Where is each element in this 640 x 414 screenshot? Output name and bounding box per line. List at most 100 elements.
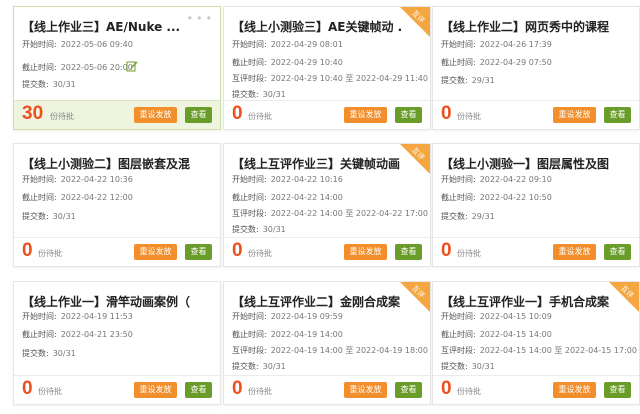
submit-count: 提交数: 30/31 <box>22 80 76 89</box>
end-time: 截止时间: 2022-04-29 07:50 <box>441 58 552 67</box>
card-title[interactable]: 【线上作业二】网页秀中的课程 ... <box>441 18 611 35</box>
card-title[interactable]: 【线上互评作业二】金刚合成案 ... <box>232 293 402 310</box>
end-time: 截止时间: 2022-04-22 14:00 <box>232 193 343 202</box>
card-title[interactable]: 【线上作业一】滑竿动画案例（ ... <box>22 293 192 310</box>
end-time: 截止时间: 2022-04-21 23:50 <box>22 330 133 339</box>
peer-review-ribbon: 互评 <box>400 7 430 37</box>
view-button[interactable]: 查看 <box>604 107 631 123</box>
view-button[interactable]: 查看 <box>185 382 212 398</box>
reset-distribute-button[interactable]: 重设发放 <box>344 244 387 260</box>
end-time: 截止时间: 2022-04-29 10:40 <box>232 58 343 67</box>
start-time: 开始时间: 2022-04-29 08:01 <box>232 40 343 49</box>
assignment-card[interactable]: 【线上小测验二】图层嵌套及混 ... 开始时间: 2022-04-22 10:36… <box>13 143 221 267</box>
card-title[interactable]: 【线上小测验二】图层嵌套及混 ... <box>22 155 192 172</box>
submit-count: 提交数: 30/31 <box>22 212 76 221</box>
start-time: 开始时间: 2022-04-19 09:59 <box>232 312 343 321</box>
submit-count: 提交数: 30/31 <box>22 349 76 358</box>
card-footer: 0 份待批 重设发放 查看 <box>14 237 220 266</box>
pending-label: 份待批 <box>50 112 74 121</box>
assignment-card[interactable]: 【线上小测验一】图层属性及图 ... 开始时间: 2022-04-22 09:10… <box>432 143 640 267</box>
end-time: 截止时间: 2022-05-06 20:00 <box>22 63 133 72</box>
card-title[interactable]: 【线上小测验一】图层属性及图 ... <box>441 155 611 172</box>
submit-count: 提交数: 29/31 <box>441 76 495 85</box>
submit-count: 提交数: 29/31 <box>441 212 495 221</box>
peer-review-ribbon: 互评 <box>400 282 430 312</box>
pending-count: 0 <box>441 103 452 124</box>
assignment-card[interactable]: 【线上互评作业一】手机合成案 ... 互评 开始时间: 2022-04-15 10… <box>432 281 640 405</box>
view-button[interactable]: 查看 <box>604 244 631 260</box>
pending-count: 30 <box>22 103 44 124</box>
peer-review-period: 互评时段: 2022-04-15 14:00 至 2022-04-15 17:00 <box>441 346 637 355</box>
view-button[interactable]: 查看 <box>395 244 422 260</box>
submit-count: 提交数: 30/31 <box>232 225 286 234</box>
start-time: 开始时间: 2022-04-22 09:10 <box>441 175 552 184</box>
end-time: 截止时间: 2022-04-19 14:00 <box>232 330 343 339</box>
start-time: 开始时间: 2022-04-26 17:39 <box>441 40 552 49</box>
card-title[interactable]: 【线上小测验三】AE关键帧动 ... <box>232 18 402 35</box>
end-time: 截止时间: 2022-04-15 14:00 <box>441 330 552 339</box>
pending-count: 0 <box>232 103 243 124</box>
card-title[interactable]: 【线上作业三】AE/Nuke ... <box>22 18 192 35</box>
card-footer: 0 份待批 重设发放 查看 <box>433 237 639 266</box>
view-button[interactable]: 查看 <box>604 382 631 398</box>
card-footer: 0 份待批 重设发放 查看 <box>224 375 430 404</box>
assignment-card[interactable]: 【线上作业一】滑竿动画案例（ ... 开始时间: 2022-04-19 11:53… <box>13 281 221 405</box>
reset-distribute-button[interactable]: 重设发放 <box>553 382 596 398</box>
end-time: 截止时间: 2022-04-22 10:50 <box>441 193 552 202</box>
peer-review-ribbon: 互评 <box>400 144 430 174</box>
start-time: 开始时间: 2022-04-22 10:36 <box>22 175 133 184</box>
submit-count: 提交数: 30/31 <box>232 362 286 371</box>
more-dots-icon[interactable]: • • • <box>188 11 212 25</box>
view-button[interactable]: 查看 <box>395 382 422 398</box>
start-time: 开始时间: 2022-04-19 11:53 <box>22 312 133 321</box>
card-footer: 0 份待批 重设发放 查看 <box>14 375 220 404</box>
view-button[interactable]: 查看 <box>185 244 212 260</box>
assignment-card[interactable]: 【线上互评作业三】关键帧动画 ... 互评 开始时间: 2022-04-22 10… <box>223 143 431 267</box>
start-time: 开始时间: 2022-04-22 10:16 <box>232 175 343 184</box>
submit-count: 提交数: 30/31 <box>441 362 495 371</box>
edit-pencil-icon[interactable] <box>126 60 138 72</box>
card-title[interactable]: 【线上互评作业一】手机合成案 ... <box>441 293 611 310</box>
view-button[interactable]: 查看 <box>185 107 212 123</box>
card-footer: 0 份待批 重设发放 查看 <box>224 237 430 266</box>
pending-count: 0 <box>232 378 243 399</box>
peer-review-period: 互评时段: 2022-04-29 10:40 至 2022-04-29 11:40 <box>232 74 428 83</box>
card-footer: 30 份待批 重设发放 查看 <box>14 100 220 129</box>
card-footer: 0 份待批 重设发放 查看 <box>433 100 639 129</box>
pending-label: 份待批 <box>457 387 481 396</box>
peer-review-period: 互评时段: 2022-04-22 14:00 至 2022-04-22 17:00 <box>232 209 428 218</box>
start-time: 开始时间: 2022-04-15 10:09 <box>441 312 552 321</box>
pending-label: 份待批 <box>248 387 272 396</box>
submit-count: 提交数: 30/31 <box>232 90 286 99</box>
reset-distribute-button[interactable]: 重设发放 <box>134 244 177 260</box>
reset-distribute-button[interactable]: 重设发放 <box>344 382 387 398</box>
assignment-card[interactable]: 【线上小测验三】AE关键帧动 ... 互评 开始时间: 2022-04-29 08… <box>223 6 431 130</box>
pending-label: 份待批 <box>457 112 481 121</box>
pending-count: 0 <box>22 240 33 261</box>
peer-review-period: 互评时段: 2022-04-19 14:00 至 2022-04-19 18:00 <box>232 346 428 355</box>
pending-label: 份待批 <box>248 249 272 258</box>
reset-distribute-button[interactable]: 重设发放 <box>553 107 596 123</box>
pending-label: 份待批 <box>38 249 62 258</box>
pending-label: 份待批 <box>457 249 481 258</box>
reset-distribute-button[interactable]: 重设发放 <box>134 107 177 123</box>
card-footer: 0 份待批 重设发放 查看 <box>224 100 430 129</box>
assignment-card[interactable]: 【线上互评作业二】金刚合成案 ... 互评 开始时间: 2022-04-19 09… <box>223 281 431 405</box>
pending-count: 0 <box>441 240 452 261</box>
card-title[interactable]: 【线上互评作业三】关键帧动画 ... <box>232 155 402 172</box>
pending-label: 份待批 <box>248 112 272 121</box>
card-footer: 0 份待批 重设发放 查看 <box>433 375 639 404</box>
pending-count: 0 <box>441 378 452 399</box>
start-time: 开始时间: 2022-05-06 09:40 <box>22 40 133 49</box>
reset-distribute-button[interactable]: 重设发放 <box>553 244 596 260</box>
pending-label: 份待批 <box>38 387 62 396</box>
reset-distribute-button[interactable]: 重设发放 <box>134 382 177 398</box>
pending-count: 0 <box>22 378 33 399</box>
pending-count: 0 <box>232 240 243 261</box>
assignment-card[interactable]: 【线上作业二】网页秀中的课程 ... 开始时间: 2022-04-26 17:39… <box>432 6 640 130</box>
end-time: 截止时间: 2022-04-22 12:00 <box>22 193 133 202</box>
reset-distribute-button[interactable]: 重设发放 <box>344 107 387 123</box>
assignment-card[interactable]: 【线上作业三】AE/Nuke ... • • • 开始时间: 2022-05-06… <box>13 6 221 130</box>
peer-review-ribbon: 互评 <box>609 282 639 312</box>
view-button[interactable]: 查看 <box>395 107 422 123</box>
